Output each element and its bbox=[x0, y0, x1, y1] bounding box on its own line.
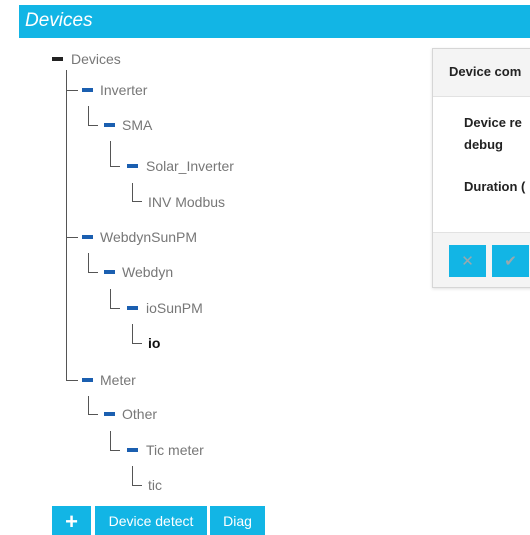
tree-node-webdynsunpm[interactable]: WebdynSunPM bbox=[100, 229, 197, 245]
tree-node-io[interactable]: io bbox=[148, 335, 160, 351]
collapse-icon[interactable] bbox=[82, 88, 93, 92]
dialog-text-line: Duration ( bbox=[464, 179, 526, 194]
tree-connector bbox=[110, 141, 111, 166]
tree-connector bbox=[88, 125, 98, 126]
collapse-icon[interactable] bbox=[127, 306, 138, 310]
tree-connector bbox=[132, 343, 142, 344]
tree-node-other[interactable]: Other bbox=[122, 406, 157, 422]
tree-connector bbox=[110, 289, 111, 308]
ok-button[interactable]: ✔ bbox=[492, 245, 529, 277]
tree-connector bbox=[132, 201, 142, 202]
dialog-text-line: Device re bbox=[464, 115, 522, 130]
tree-node-meter[interactable]: Meter bbox=[100, 372, 136, 388]
tree-connector bbox=[110, 166, 120, 167]
device-com-dialog: Device com Device re debug Duration ( ✕ … bbox=[432, 48, 530, 288]
tree-connector bbox=[132, 183, 133, 201]
dialog-title: Device com bbox=[449, 64, 522, 79]
dialog-header: Device com bbox=[433, 49, 530, 97]
tree-connector bbox=[88, 414, 98, 415]
close-icon: ✕ bbox=[461, 252, 474, 270]
tree-connector bbox=[66, 237, 78, 238]
device-detect-button[interactable]: Device detect bbox=[95, 506, 207, 535]
tree-connector bbox=[132, 466, 133, 485]
collapse-icon[interactable] bbox=[127, 448, 138, 452]
plus-icon: + bbox=[65, 509, 78, 534]
tree-connector bbox=[88, 272, 98, 273]
tree-connector bbox=[88, 396, 89, 414]
collapse-icon[interactable] bbox=[82, 235, 93, 239]
collapse-icon[interactable] bbox=[127, 164, 138, 168]
tree-node-inv-modbus[interactable]: INV Modbus bbox=[148, 194, 225, 210]
dialog-text-line: debug bbox=[464, 137, 503, 152]
device-tree: Devices Inverter SMA Solar_Inverter INV … bbox=[0, 0, 300, 535]
add-device-button[interactable]: + bbox=[52, 506, 91, 535]
tree-connector bbox=[66, 70, 67, 380]
collapse-icon[interactable] bbox=[104, 412, 115, 416]
collapse-icon[interactable] bbox=[82, 378, 93, 382]
tree-connector bbox=[132, 485, 142, 486]
tree-connector bbox=[88, 253, 89, 272]
tree-connector bbox=[110, 450, 120, 451]
check-icon: ✔ bbox=[504, 252, 517, 270]
tree-node-inverter[interactable]: Inverter bbox=[100, 82, 147, 98]
collapse-icon[interactable] bbox=[104, 123, 115, 127]
tree-node-webdyn[interactable]: Webdyn bbox=[122, 264, 173, 280]
tree-node-iosunpm[interactable]: ioSunPM bbox=[146, 300, 203, 316]
cancel-button[interactable]: ✕ bbox=[449, 245, 486, 277]
tree-node-devices[interactable]: Devices bbox=[71, 51, 121, 67]
collapse-icon[interactable] bbox=[52, 57, 63, 61]
tree-connector bbox=[132, 324, 133, 343]
tree-connector bbox=[110, 431, 111, 450]
collapse-icon[interactable] bbox=[104, 270, 115, 274]
devices-page: Devices Devices Inverter SMA Solar_Inver… bbox=[0, 0, 530, 535]
diag-button[interactable]: Diag bbox=[210, 506, 265, 535]
tree-connector bbox=[66, 90, 78, 91]
tree-connector bbox=[66, 380, 78, 381]
tree-node-tic[interactable]: tic bbox=[148, 477, 162, 493]
tree-node-tic-meter[interactable]: Tic meter bbox=[146, 442, 204, 458]
tree-node-sma[interactable]: SMA bbox=[122, 117, 152, 133]
tree-node-solar-inverter[interactable]: Solar_Inverter bbox=[146, 158, 234, 174]
tree-connector bbox=[110, 308, 120, 309]
tree-connector bbox=[88, 106, 89, 125]
dialog-footer: ✕ ✔ bbox=[433, 232, 530, 287]
